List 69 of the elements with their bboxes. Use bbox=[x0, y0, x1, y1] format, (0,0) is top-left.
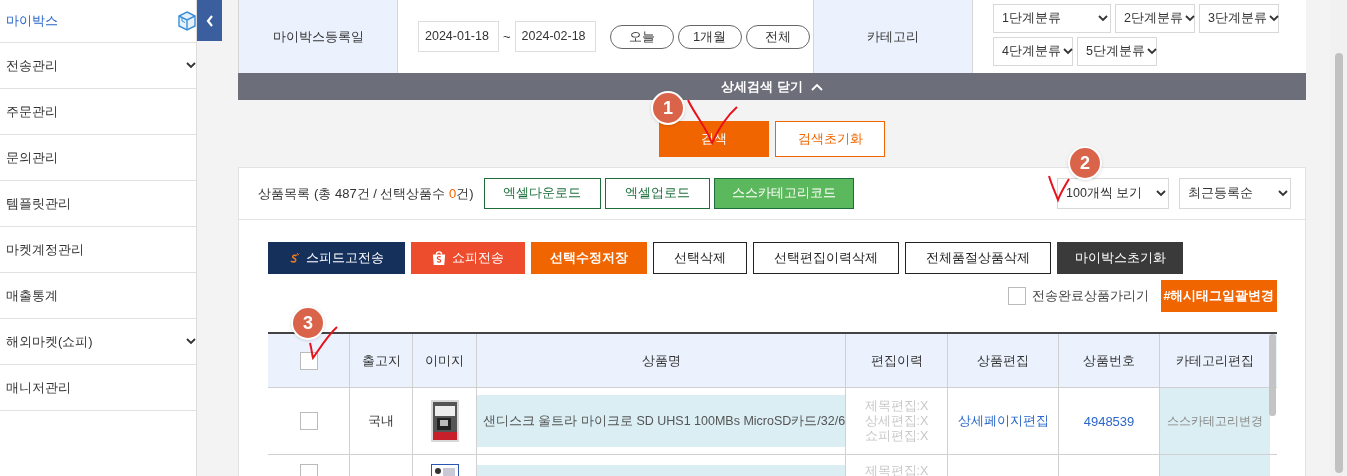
chevron-down-icon bbox=[1184, 15, 1195, 22]
date-range-button[interactable]: 오늘 bbox=[609, 24, 674, 49]
sidebar-item[interactable]: 매출통계 bbox=[0, 273, 196, 319]
header-button[interactable]: 엑셀업로드 bbox=[604, 178, 710, 209]
date-label: 마이박스등록일 bbox=[238, 0, 398, 73]
checkbox-label: 전송완료상품가리기 bbox=[1032, 287, 1149, 305]
category-select[interactable]: 4단계분류 bbox=[993, 37, 1073, 66]
category-select[interactable]: 5단계분류 bbox=[1077, 37, 1157, 66]
date-field[interactable]: 2024-01-18 bbox=[418, 21, 499, 52]
action-button[interactable]: 선택편집이력삭제 bbox=[753, 242, 899, 274]
edit-page-link[interactable]: 상세페이지편집 bbox=[957, 412, 1049, 430]
row-checkbox[interactable] bbox=[299, 464, 318, 476]
chevron-up-icon bbox=[810, 82, 823, 91]
table-cell: 국내 bbox=[368, 412, 394, 430]
category-select[interactable]: 1단계분류 bbox=[993, 4, 1111, 33]
action-button[interactable]: 선택삭제 bbox=[653, 242, 747, 274]
column-header: 상품명 bbox=[641, 351, 681, 370]
date-field[interactable]: 2024-02-18 bbox=[514, 21, 596, 52]
column-header: 출고지 bbox=[361, 351, 401, 370]
sidebar-item[interactable]: 마이박스 bbox=[0, 0, 196, 43]
shopping-bag-icon bbox=[432, 249, 446, 267]
page-size-select[interactable]: 100개씩 보기 bbox=[1057, 178, 1169, 209]
column-header: 이미지 bbox=[425, 351, 464, 370]
chevron-down-icon bbox=[1268, 15, 1279, 22]
product-count-summary: (총 487건 / 선택상품수 0건) bbox=[314, 184, 474, 203]
sidebar-item[interactable]: 해외마켓(쇼피) bbox=[0, 319, 196, 365]
chevron-down-icon bbox=[1146, 48, 1157, 55]
action-button[interactable]: 스피드고전송 bbox=[268, 242, 405, 274]
row-checkbox[interactable] bbox=[299, 412, 318, 430]
sidebar-item[interactable]: 템플릿관리 bbox=[0, 181, 196, 227]
scrollbar-thumb[interactable] bbox=[1269, 334, 1276, 416]
chevron-down-icon bbox=[1278, 190, 1288, 197]
date-range-button[interactable]: 전체 bbox=[745, 24, 810, 49]
category-select[interactable]: 3단계분류 bbox=[1199, 4, 1279, 33]
chevron-down-icon bbox=[1156, 190, 1166, 197]
chevron-down-icon bbox=[1098, 15, 1108, 22]
hide-sent-checkbox[interactable] bbox=[1008, 287, 1026, 305]
sidebar-item[interactable]: 문의관리 bbox=[0, 135, 196, 181]
sidebar-item[interactable]: 전송관리 bbox=[0, 43, 196, 89]
step-number-badge: 2 bbox=[1070, 148, 1100, 178]
action-button[interactable]: 마이박스초기화 bbox=[1057, 242, 1183, 274]
column-header: 상품번호 bbox=[1083, 351, 1135, 370]
step-number-badge: 1 bbox=[653, 93, 683, 123]
collapse-button[interactable] bbox=[197, 0, 222, 41]
box-icon bbox=[178, 11, 196, 31]
date-separator: ~ bbox=[503, 29, 511, 44]
category-select[interactable]: 2단계분류 bbox=[1115, 4, 1195, 33]
category-label: 카테고리 bbox=[813, 0, 973, 73]
column-header: 카테고리편집 bbox=[1176, 351, 1254, 370]
action-button[interactable]: 쇼피전송 bbox=[411, 242, 525, 274]
product-number-link[interactable]: 4948539 bbox=[1083, 413, 1135, 429]
product-name: 샌디스크 울트라 마이크로 SD UHS1 100MBs MicroSD카드/32/6 bbox=[477, 395, 845, 447]
date-range-button[interactable]: 1개월 bbox=[677, 24, 742, 49]
toggle-bar[interactable]: 상세검색 닫기 bbox=[238, 73, 1306, 100]
chevron-down-icon bbox=[1062, 48, 1073, 55]
action-button[interactable]: 전체품절상품삭제 bbox=[905, 242, 1051, 274]
sidebar-item[interactable]: 매니저관리 bbox=[0, 365, 196, 411]
sidebar-item[interactable]: 마켓계정관리 bbox=[0, 227, 196, 273]
sidebar-item[interactable]: 주문관리 bbox=[0, 89, 196, 135]
column-header: 상품편집 bbox=[977, 351, 1029, 370]
column-header: 편집이력 bbox=[870, 351, 923, 370]
sort-select[interactable]: 최근등록순 bbox=[1179, 178, 1291, 209]
select-all-checkbox[interactable] bbox=[299, 351, 318, 370]
list-title: 상품목록 bbox=[258, 184, 310, 203]
scrollbar-thumb[interactable] bbox=[1335, 53, 1343, 473]
header-button[interactable]: 엑셀다운로드 bbox=[483, 178, 601, 209]
step-number-badge: 3 bbox=[293, 308, 323, 338]
handwritten-check-mark bbox=[687, 99, 738, 144]
chevron-left-icon bbox=[205, 14, 214, 27]
